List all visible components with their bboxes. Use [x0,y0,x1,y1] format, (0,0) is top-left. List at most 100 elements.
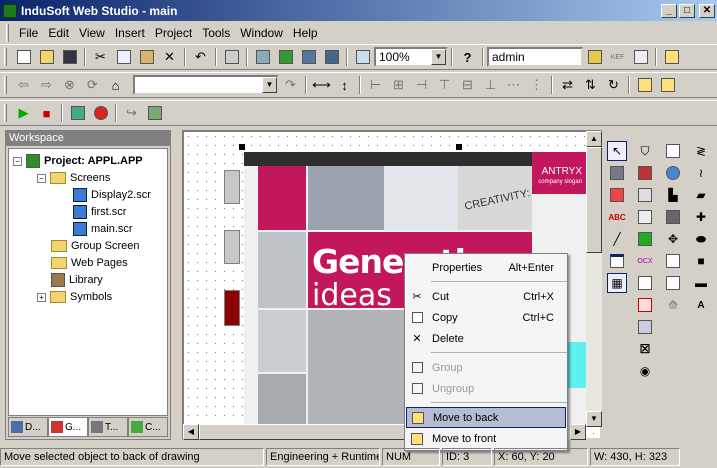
kef-icon[interactable]: KEF [608,48,627,67]
tree-item-symbols[interactable]: + Symbols [37,289,112,305]
menu-insert[interactable]: Insert [110,26,150,40]
bitmap-icon[interactable] [607,163,627,183]
stop-icon[interactable]: ⊗ [60,76,79,95]
window-tool-icon[interactable] [607,251,627,271]
grid-tool-icon[interactable]: ▦ [607,273,627,293]
space-horizontal-icon[interactable]: ⋯ [504,76,523,95]
menu-item-cut[interactable]: ✂ Cut Ctrl+X [406,286,566,307]
forward-arrow-icon[interactable]: ⇨ [37,76,56,95]
collapse-icon[interactable]: − [37,173,46,183]
ellipse-icon[interactable]: ⬬ [691,229,711,249]
tree-item-project[interactable]: − Project: APPL.APP [13,153,143,169]
text-a-icon[interactable]: A [691,295,711,315]
menu-view[interactable]: View [74,26,110,40]
line-tool-icon[interactable]: ╱ [607,229,627,249]
activex-icon[interactable]: OCX [635,251,655,271]
save-icon[interactable] [60,48,79,67]
security-icon[interactable]: ⛉ [635,141,655,161]
menu-window[interactable]: Window [235,26,288,40]
trend-icon[interactable] [635,163,655,183]
align-middle-icon[interactable]: ⊟ [458,76,477,95]
zigzag-icon[interactable]: ≷ [691,141,711,161]
scroll-thumb[interactable] [199,424,405,440]
scroll-left-icon[interactable]: ◀ [183,424,199,440]
smart-message-icon[interactable] [635,317,655,337]
tree-item-web-pages[interactable]: Web Pages [51,255,128,271]
combo-tool-icon[interactable] [635,229,655,249]
chevron-down-icon[interactable]: ▼ [262,77,277,93]
user-field[interactable]: admin [487,47,583,67]
tag-list-icon[interactable] [276,48,295,67]
rotate-icon[interactable]: ↻ [604,76,623,95]
event-tool-icon[interactable] [635,295,655,315]
position-tool-icon[interactable] [663,273,683,293]
home-icon[interactable]: ⌂ [106,76,125,95]
alarm-tool-icon[interactable] [635,207,655,227]
tree-item-library[interactable]: Library [51,272,103,288]
radio-tool-icon[interactable]: ◉ [635,361,655,381]
tab-comm[interactable]: C... [128,417,168,437]
align-bottom-icon[interactable]: ⊥ [481,76,500,95]
polyline-icon[interactable] [663,141,683,161]
new-file-icon[interactable] [14,48,33,67]
tree-item-screens[interactable]: − Screens [37,170,110,186]
tree-item-screen[interactable]: Display2.scr [73,187,151,203]
login-icon[interactable] [585,48,604,67]
refresh-icon[interactable]: ⟳ [83,76,102,95]
scroll-right-icon[interactable]: ▶ [570,424,586,440]
menu-help[interactable]: Help [288,26,323,40]
scroll-down-icon[interactable]: ▼ [586,411,602,427]
send-to-target-icon[interactable]: ↪ [122,104,141,123]
menu-item-delete[interactable]: ✕ Delete [406,328,566,349]
flip-horizontal-icon[interactable]: ⇄ [558,76,577,95]
delete-icon[interactable]: ✕ [160,48,179,67]
menu-item-move-to-back[interactable]: Move to back [406,407,566,428]
help-icon[interactable]: ? [458,48,477,67]
tab-tasks[interactable]: T... [88,417,128,437]
scroll-thumb[interactable] [586,147,602,253]
paste-icon[interactable] [137,48,156,67]
rectangle-icon[interactable]: ■ [691,251,711,271]
minimize-button[interactable]: _ [661,3,677,18]
copy-icon[interactable] [114,48,133,67]
menu-edit[interactable]: Edit [43,26,74,40]
menu-project[interactable]: Project [150,26,197,40]
menu-tools[interactable]: Tools [197,26,235,40]
rotation-tool-icon[interactable]: ⟰ [663,295,683,315]
vb-icon[interactable] [662,48,681,67]
chevron-down-icon[interactable]: ▼ [431,49,446,65]
tab-database[interactable]: D... [8,417,48,437]
move-tool-icon[interactable]: ✥ [663,229,683,249]
go-icon[interactable]: ↷ [281,76,300,95]
maximize-button[interactable]: □ [679,3,695,18]
resize-width-icon[interactable]: ⟷ [312,76,331,95]
stop-square-icon[interactable]: ■ [37,104,56,123]
menu-item-properties[interactable]: Properties Alt+Enter [406,257,566,278]
button-tool-icon[interactable] [635,185,655,205]
screen-attributes-icon[interactable] [253,48,272,67]
align-right-icon[interactable]: ⊣ [412,76,431,95]
canvas-button-shape[interactable] [224,230,240,264]
open-folder-icon[interactable] [37,48,56,67]
zoom-icon[interactable] [353,48,372,67]
align-top-icon[interactable]: ⊤ [435,76,454,95]
group-icon[interactable] [635,76,654,95]
address-combo[interactable]: ▼ [133,75,279,95]
tree-item-group-screen[interactable]: Group Screen [51,238,139,254]
vertical-scrollbar[interactable]: ▲ ▼ [586,131,602,427]
print-icon[interactable] [222,48,241,67]
selection-pointer-icon[interactable]: ↖ [607,141,627,161]
text-tool-icon[interactable]: ABC [607,207,627,227]
align-left-icon[interactable]: ⊢ [366,76,385,95]
collapse-icon[interactable]: − [13,156,22,166]
resize-height-icon[interactable]: ↕ [335,76,354,95]
globe-icon[interactable] [663,163,683,183]
expand-icon[interactable]: + [37,292,46,302]
selection-handle[interactable] [456,144,462,150]
polygon-icon[interactable]: ▰ [691,185,711,205]
flip-vertical-icon[interactable]: ⇅ [581,76,600,95]
background-icon[interactable] [322,48,341,67]
selection-handle[interactable] [239,144,245,150]
cross-icon[interactable]: ✚ [691,207,711,227]
scroll-up-icon[interactable]: ▲ [586,131,602,147]
